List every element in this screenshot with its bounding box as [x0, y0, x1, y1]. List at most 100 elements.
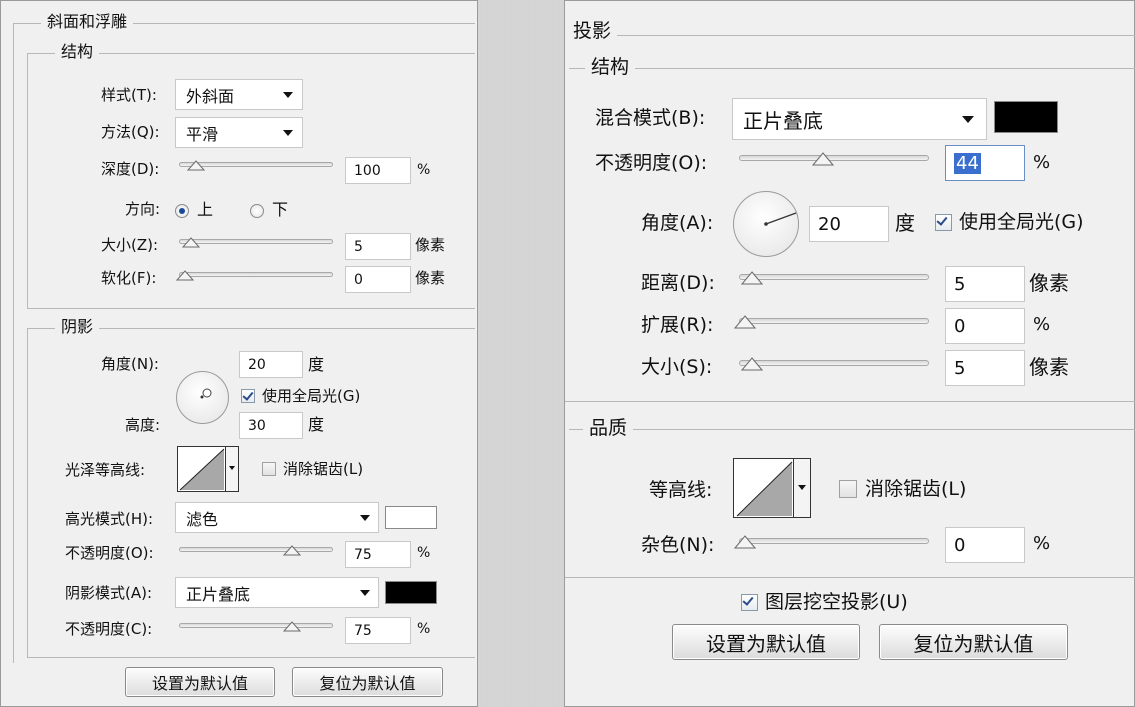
- highlight-color-swatch[interactable]: [385, 506, 437, 529]
- rs-anti-aliased-checkbox[interactable]: [839, 480, 857, 498]
- noise-input[interactable]: 0: [945, 527, 1025, 563]
- chevron-down-icon: [360, 515, 370, 521]
- highlight-opacity-slider[interactable]: [179, 547, 333, 552]
- distance-unit: 像素: [1029, 271, 1069, 295]
- angle-unit: 度: [308, 355, 325, 374]
- global-light-checkbox[interactable]: [241, 389, 255, 403]
- shadow-color-swatch[interactable]: [385, 581, 437, 604]
- distance-slider[interactable]: [739, 274, 929, 280]
- angle-dial-icon[interactable]: [733, 191, 799, 257]
- rs-global-light-label[interactable]: 使用全局光(G): [959, 213, 1084, 232]
- noise-slider[interactable]: [739, 538, 929, 544]
- knockout-top-line: [565, 577, 1135, 578]
- size-input[interactable]: 5: [345, 233, 411, 260]
- blend-mode-select[interactable]: 正片叠底: [732, 98, 987, 140]
- gloss-contour-picker[interactable]: [177, 446, 239, 492]
- direction-down-radio[interactable]: [250, 204, 264, 218]
- angle-label: 角度(N):: [101, 355, 159, 373]
- shadow-mode-select[interactable]: 正片叠底: [175, 577, 379, 608]
- technique-select[interactable]: 平滑: [175, 117, 303, 148]
- chevron-down-icon: [798, 485, 806, 490]
- contour-preview-icon: [179, 448, 225, 491]
- knockout-label[interactable]: 图层挖空投影(U): [765, 593, 908, 612]
- anti-aliased-checkbox[interactable]: [262, 462, 276, 476]
- knockout-checkbox[interactable]: [741, 594, 758, 611]
- chevron-down-icon: [229, 466, 235, 470]
- chevron-down-icon: [360, 590, 370, 596]
- highlight-opacity-unit: %: [417, 545, 431, 561]
- spread-unit: %: [1033, 314, 1051, 335]
- chevron-down-icon: [283, 130, 293, 136]
- rs-make-default-button[interactable]: 设置为默认值: [672, 624, 860, 660]
- contour-dropdown[interactable]: [793, 459, 810, 517]
- global-light-label[interactable]: 使用全局光(G): [262, 389, 360, 404]
- rs-anti-aliased-label[interactable]: 消除锯齿(L): [865, 480, 966, 499]
- depth-unit: %: [417, 162, 431, 178]
- bevel-group-left-line: [13, 23, 14, 663]
- distance-label: 距离(D):: [641, 272, 715, 294]
- depth-input[interactable]: 100: [345, 157, 411, 184]
- direction-down-label[interactable]: 下: [272, 202, 288, 218]
- spread-input[interactable]: 0: [945, 308, 1025, 344]
- rs-reset-default-button[interactable]: 复位为默认值: [879, 624, 1068, 660]
- direction-up-label[interactable]: 上: [197, 202, 213, 218]
- shadow-opacity-unit: %: [417, 621, 431, 637]
- contour-picker[interactable]: [733, 458, 811, 518]
- blend-mode-label: 混合模式(B):: [595, 107, 706, 129]
- drop-shadow-panel: 投影 结构 混合模式(B): 正片叠底 不透明度(O): 44 % 角度(A):…: [564, 0, 1135, 707]
- structure-section-title: 结构: [55, 44, 100, 60]
- highlight-opacity-label: 不透明度(O):: [65, 544, 154, 562]
- shadow-mode-value: 正片叠底: [186, 584, 251, 604]
- size-label: 大小(Z):: [101, 236, 159, 254]
- gloss-contour-dropdown[interactable]: [225, 447, 238, 491]
- altitude-unit: 度: [308, 415, 325, 434]
- quality-top-line: [565, 401, 1135, 402]
- shading-group-left-line: [27, 328, 28, 658]
- direction-up-radio[interactable]: [175, 204, 189, 218]
- altitude-input[interactable]: 30: [239, 412, 303, 439]
- technique-label: 方法(Q):: [101, 123, 160, 141]
- soften-slider[interactable]: [179, 272, 333, 277]
- reset-default-button[interactable]: 复位为默认值: [292, 667, 443, 697]
- soften-unit: 像素: [415, 269, 446, 287]
- rs-opacity-input[interactable]: 44: [945, 145, 1025, 181]
- rs-global-light-checkbox[interactable]: [935, 214, 952, 231]
- rs-angle-input[interactable]: 20: [809, 206, 889, 242]
- highlight-opacity-input[interactable]: 75: [345, 541, 411, 568]
- highlight-mode-label: 高光模式(H):: [65, 510, 154, 528]
- rs-opacity-label: 不透明度(O):: [595, 152, 708, 174]
- rs-opacity-unit: %: [1033, 152, 1051, 173]
- soften-label: 软化(F):: [101, 269, 157, 287]
- rs-structure-title: 结构: [585, 58, 636, 77]
- make-default-button[interactable]: 设置为默认值: [125, 667, 275, 697]
- chevron-down-icon: [962, 116, 974, 123]
- bevel-emboss-panel: 斜面和浮雕 结构 样式(T): 外斜面 方法(Q): 平滑 深度(D): 100…: [0, 0, 478, 707]
- depth-label: 深度(D):: [101, 160, 160, 178]
- blend-mode-value: 正片叠底: [743, 108, 823, 133]
- rs-size-slider[interactable]: [739, 360, 929, 366]
- angle-dial-icon[interactable]: [176, 371, 229, 424]
- rs-size-input[interactable]: 5: [945, 350, 1025, 386]
- shadow-opacity-slider[interactable]: [179, 623, 333, 628]
- altitude-label: 高度:: [125, 416, 161, 434]
- rs-size-label: 大小(S):: [641, 356, 713, 378]
- rs-size-unit: 像素: [1029, 355, 1069, 379]
- noise-unit: %: [1033, 533, 1051, 554]
- size-slider[interactable]: [179, 239, 333, 244]
- shadow-opacity-input[interactable]: 75: [345, 617, 411, 644]
- noise-label: 杂色(N):: [641, 534, 715, 556]
- soften-input[interactable]: 0: [345, 266, 411, 293]
- technique-select-value: 平滑: [186, 124, 219, 144]
- chevron-down-icon: [283, 92, 293, 98]
- structure-group-bottom-line: [27, 308, 475, 309]
- angle-input[interactable]: 20: [239, 351, 303, 378]
- quality-legend-line: [569, 429, 1135, 430]
- spread-slider[interactable]: [739, 318, 929, 324]
- style-select[interactable]: 外斜面: [175, 79, 303, 110]
- blend-color-swatch[interactable]: [994, 101, 1058, 133]
- shading-group-bottom-line: [27, 657, 475, 658]
- distance-input[interactable]: 5: [945, 266, 1025, 302]
- highlight-mode-select[interactable]: 滤色: [175, 502, 379, 533]
- anti-aliased-label[interactable]: 消除锯齿(L): [283, 462, 363, 477]
- direction-label: 方向:: [125, 200, 161, 218]
